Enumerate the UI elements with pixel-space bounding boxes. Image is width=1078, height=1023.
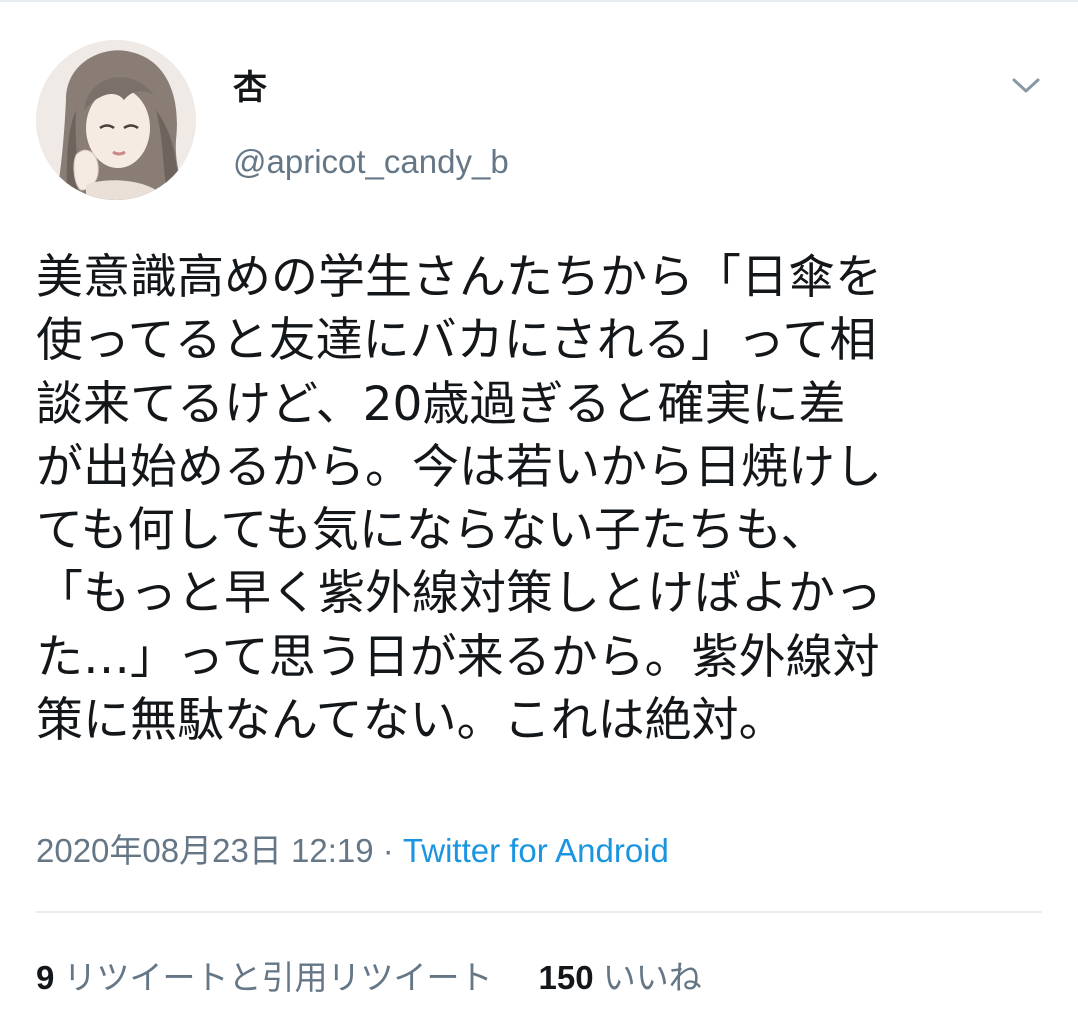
likes-stat[interactable]: 150 いいね: [539, 959, 702, 996]
like-label: いいね: [602, 959, 702, 996]
tweet-timestamp[interactable]: 2020年08月23日 12:19: [36, 832, 374, 869]
top-divider: [0, 0, 1078, 2]
stats-divider: [36, 911, 1042, 913]
meta-separator: ·: [373, 832, 403, 869]
tweet-text: 美意識高めの学生さんたちから「日傘を 使ってると友達にバカにされる」って相 談来…: [36, 246, 1046, 752]
tweet-text-line: ても何しても気にならない子たちも、: [36, 503, 828, 559]
tweet-source-link[interactable]: Twitter for Android: [403, 832, 669, 869]
retweet-label: リツイートと引用リツイート: [63, 959, 493, 996]
tweet-text-line: 談来てるけど、20歳過ぎると確実に差: [36, 376, 846, 432]
tweet-detail: 杏 @apricot_candy_b 美意識高めの学生さんたちから「日傘を 使っ…: [0, 0, 1078, 1023]
avatar[interactable]: [36, 40, 196, 200]
retweet-count: 9: [36, 959, 55, 996]
like-count: 150: [538, 959, 594, 996]
tweet-text-line: 「もっと早く紫外線対策しとけばよかっ: [36, 566, 882, 622]
display-name[interactable]: 杏: [233, 66, 267, 110]
avatar-illustration-icon: [36, 40, 196, 200]
chevron-down-icon: [1012, 78, 1040, 93]
user-handle[interactable]: @apricot_candy_b: [233, 140, 509, 184]
tweet-text-line: 使ってると友達にバカにされる」って相: [36, 313, 877, 369]
retweets-stat[interactable]: 9 リツイートと引用リツイート: [36, 959, 493, 996]
tweet-meta: 2020年08月23日 12:19 · Twitter for Android: [36, 827, 669, 875]
tweet-text-line: 美意識高めの学生さんたちから「日傘を: [36, 250, 882, 305]
tweet-text-line: 策に無駄なんてない。これは絶対。: [36, 693, 786, 749]
tweet-text-line: た…」って思う日が来るから。紫外線対: [36, 629, 880, 685]
tweet-stats: 9 リツイートと引用リツイート 150 いいね: [36, 954, 702, 1002]
tweet-text-line: が出始めるから。今は若いから日焼けし: [36, 439, 882, 495]
tweet-menu-button[interactable]: [1004, 66, 1048, 106]
